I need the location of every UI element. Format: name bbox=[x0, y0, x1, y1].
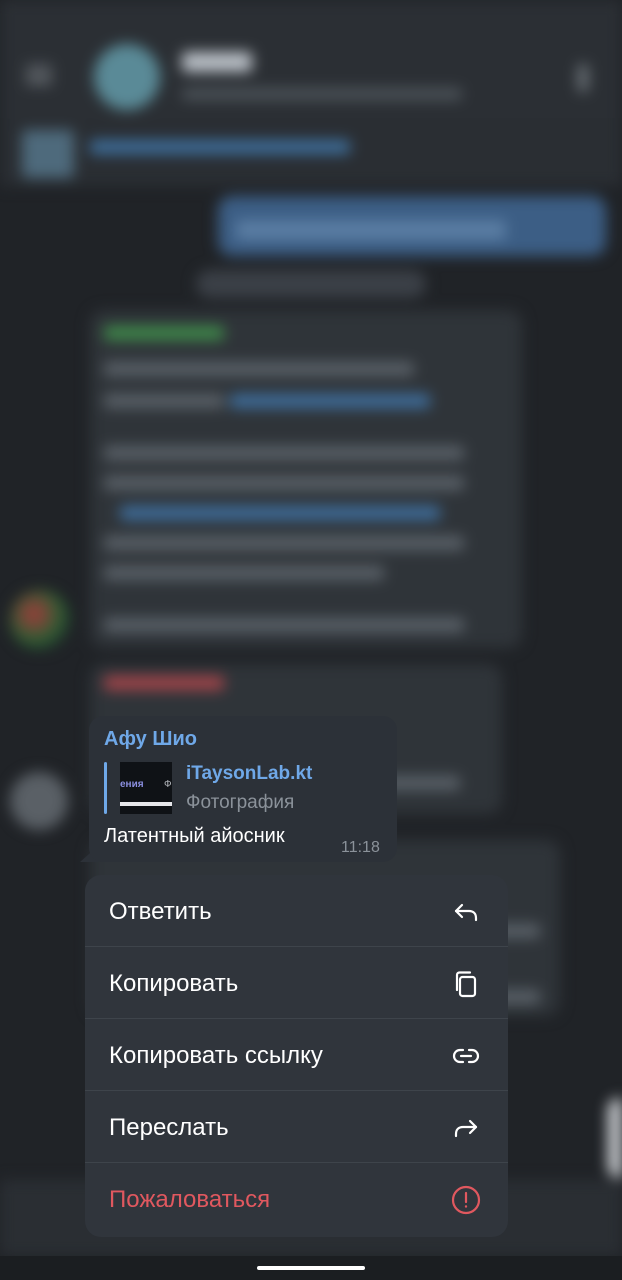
reply-thumbnail: ения Ф bbox=[120, 762, 172, 814]
link-icon bbox=[450, 1040, 482, 1072]
more-vertical-icon bbox=[578, 64, 588, 92]
blurred-line bbox=[104, 676, 224, 690]
reply-subtitle: Фотография bbox=[186, 792, 295, 813]
scroll-down-button bbox=[608, 1098, 622, 1178]
blurred-line bbox=[104, 566, 384, 580]
menu-item-label: Копировать bbox=[109, 970, 239, 997]
home-indicator[interactable] bbox=[257, 1266, 365, 1270]
blurred-line bbox=[120, 506, 440, 520]
pinned-text-placeholder bbox=[90, 140, 350, 154]
outgoing-message-content bbox=[236, 220, 506, 240]
menu-item-label: Копировать ссылку bbox=[109, 1042, 323, 1069]
report-icon bbox=[450, 1184, 482, 1216]
hamburger-menu-icon bbox=[26, 66, 52, 84]
forward-icon bbox=[450, 1112, 482, 1144]
chat-header bbox=[0, 0, 622, 118]
pinned-thumbnail bbox=[22, 130, 74, 178]
blurred-line bbox=[104, 536, 464, 550]
reply-icon bbox=[450, 896, 482, 928]
menu-item-label: Переслать bbox=[109, 1114, 229, 1141]
reply-thumbnail-text: Ф bbox=[164, 779, 172, 790]
selected-message-bubble[interactable]: Афу Шио ения Ф iTaysonLab.kt Фотография … bbox=[89, 716, 397, 862]
reply-accent-bar bbox=[104, 762, 107, 814]
menu-item-copy-link[interactable]: Копировать ссылку bbox=[85, 1019, 508, 1091]
reply-thumbnail-text: ения bbox=[120, 779, 144, 790]
reply-title[interactable]: iTaysonLab.kt bbox=[186, 763, 312, 785]
message-text: Латентный айосник bbox=[104, 825, 285, 847]
chat-title-placeholder bbox=[182, 52, 252, 72]
blurred-line bbox=[104, 394, 224, 408]
chat-subtitle-placeholder bbox=[182, 88, 462, 100]
sender-avatar bbox=[10, 590, 70, 650]
blurred-line bbox=[104, 476, 464, 490]
menu-item-forward[interactable]: Переслать bbox=[85, 1091, 508, 1163]
menu-item-reply[interactable]: Ответить bbox=[85, 875, 508, 947]
blurred-line bbox=[104, 446, 464, 460]
copy-icon bbox=[450, 968, 482, 1000]
message-author[interactable]: Афу Шио bbox=[104, 728, 197, 751]
menu-item-copy[interactable]: Копировать bbox=[85, 947, 508, 1019]
chat-avatar bbox=[94, 44, 160, 110]
menu-item-report[interactable]: Пожаловаться bbox=[85, 1163, 508, 1235]
blurred-line bbox=[104, 326, 224, 340]
message-context-menu: Ответить Копировать Копировать ссылку Пе… bbox=[85, 875, 508, 1237]
date-chip bbox=[196, 270, 426, 298]
menu-item-label: Пожаловаться bbox=[109, 1186, 271, 1213]
sender-avatar bbox=[10, 772, 68, 830]
blurred-line bbox=[230, 394, 430, 408]
message-time: 11:18 bbox=[341, 839, 380, 856]
menu-item-label: Ответить bbox=[109, 898, 212, 925]
blurred-line bbox=[104, 362, 414, 376]
blurred-line bbox=[104, 618, 464, 632]
reply-thumbnail-stripe bbox=[120, 802, 172, 806]
